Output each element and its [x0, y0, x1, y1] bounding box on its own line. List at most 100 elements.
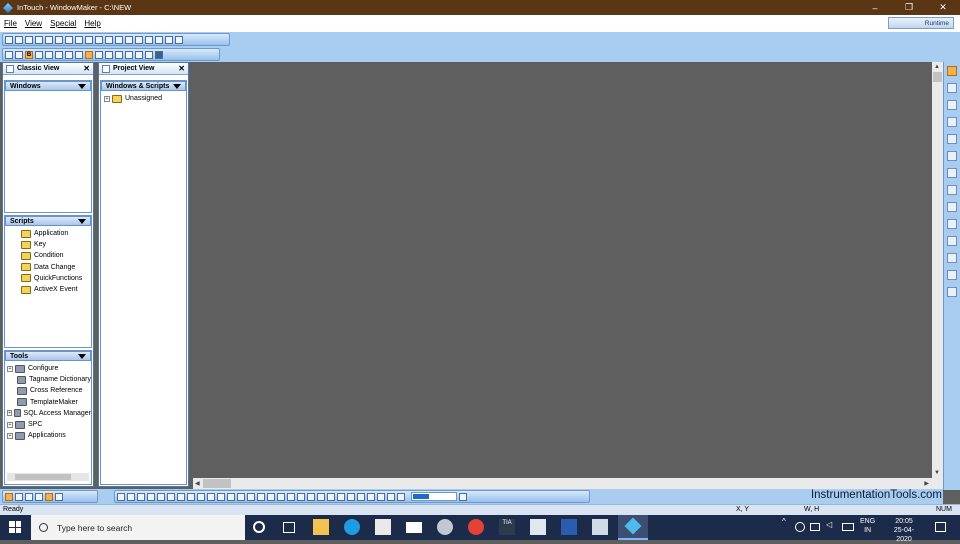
word-icon[interactable]	[561, 519, 577, 535]
open-icon[interactable]	[15, 35, 23, 44]
transparent-icon[interactable]	[145, 50, 153, 59]
scroll-left-icon[interactable]: ◀	[195, 480, 200, 487]
grid-icon[interactable]	[15, 492, 23, 501]
input-language[interactable]: ENG IN	[860, 517, 875, 535]
rotate-left-icon[interactable]	[237, 492, 245, 501]
save-all-icon[interactable]	[35, 35, 43, 44]
list-item[interactable]: + Applications	[5, 430, 91, 441]
scroll-thumb[interactable]	[933, 72, 942, 82]
file-explorer-icon[interactable]	[313, 519, 329, 535]
unsmooth-icon[interactable]	[327, 492, 335, 501]
ruler-icon[interactable]	[387, 492, 395, 501]
rounded-rectangle-icon[interactable]	[947, 100, 957, 110]
space-horizontal-icon[interactable]	[177, 492, 185, 501]
align-center-icon[interactable]	[127, 492, 135, 501]
underline-icon[interactable]	[45, 50, 53, 59]
list-item[interactable]: ActiveX Event	[5, 284, 91, 295]
button-tool-icon[interactable]	[947, 236, 957, 246]
zoom-selection-icon[interactable]	[367, 492, 375, 501]
flip-vertical-icon[interactable]	[267, 492, 275, 501]
ellipse-icon[interactable]	[947, 117, 957, 127]
reshape-icon[interactable]	[307, 492, 315, 501]
volume-icon[interactable]: ◁	[826, 520, 832, 529]
fill-icon[interactable]	[45, 492, 53, 501]
line-style-icon[interactable]	[135, 50, 143, 59]
windows-section-header[interactable]: Windows	[5, 81, 91, 91]
delete-icon[interactable]	[115, 35, 123, 44]
wizard-icon[interactable]	[155, 35, 163, 44]
list-item[interactable]: Data Change	[5, 262, 91, 273]
trend-icon[interactable]	[947, 253, 957, 263]
tools-section-header[interactable]: Tools	[5, 351, 91, 361]
store-icon[interactable]	[375, 519, 391, 535]
pen-icon[interactable]	[55, 492, 63, 501]
paste-icon[interactable]	[75, 35, 83, 44]
taskbar-search[interactable]: Type here to search	[31, 515, 245, 540]
wizard-tool-icon[interactable]	[947, 287, 957, 297]
tia-portal-icon[interactable]: TIA	[499, 519, 515, 535]
edge-icon[interactable]	[344, 519, 360, 535]
print-icon[interactable]	[45, 35, 53, 44]
grid-toggle-icon[interactable]	[377, 492, 385, 501]
snap-icon[interactable]	[397, 492, 405, 501]
polyline-icon[interactable]	[947, 168, 957, 178]
tree-item-unassigned[interactable]: + Unassigned	[101, 93, 186, 104]
zoom-icon[interactable]	[35, 492, 43, 501]
close-project-view-icon[interactable]: ✕	[178, 64, 185, 73]
italic-icon[interactable]	[35, 50, 43, 59]
window-selector[interactable]	[411, 492, 457, 501]
canvas-vscrollbar[interactable]: ▲ ▼	[932, 62, 943, 478]
hv-line-icon[interactable]	[947, 151, 957, 161]
list-item[interactable]: + Configure	[5, 363, 91, 374]
find-icon[interactable]	[125, 35, 133, 44]
chevron-down-icon[interactable]	[78, 83, 86, 89]
text-icon[interactable]	[947, 202, 957, 212]
text-color-icon[interactable]	[65, 50, 73, 59]
align-right-icon[interactable]	[105, 50, 113, 59]
undo-icon[interactable]	[85, 35, 93, 44]
list-item[interactable]: Cross Reference	[5, 385, 91, 396]
scroll-down-icon[interactable]: ▼	[934, 470, 940, 476]
notification-icon[interactable]	[935, 522, 946, 532]
app-icon[interactable]	[592, 519, 608, 535]
list-item[interactable]: Key	[5, 239, 91, 250]
bring-to-front-icon[interactable]	[207, 492, 215, 501]
rotate-right-icon[interactable]	[247, 492, 255, 501]
smaller-font-icon[interactable]	[75, 50, 83, 59]
line-color-icon[interactable]	[115, 50, 123, 59]
list-item[interactable]: + SPC	[5, 419, 91, 430]
chevron-down-icon[interactable]	[78, 218, 86, 224]
line-icon[interactable]	[947, 134, 957, 144]
flip-horizontal-icon[interactable]	[257, 492, 265, 501]
frame-icon[interactable]	[5, 492, 13, 501]
new-icon[interactable]	[5, 35, 13, 44]
bitmap-icon[interactable]	[947, 219, 957, 229]
task-view-icon[interactable]	[283, 522, 295, 533]
windows-start-icon[interactable]	[9, 521, 21, 533]
copy-icon[interactable]	[65, 35, 73, 44]
break-cell-icon[interactable]	[287, 492, 295, 501]
dropdown-icon[interactable]	[459, 492, 467, 501]
intouch-taskbar-icon[interactable]	[618, 515, 648, 540]
tray-chevron-icon[interactable]: ^	[782, 517, 786, 526]
ungroup-icon[interactable]	[227, 492, 235, 501]
battery-icon[interactable]	[810, 523, 820, 531]
rectangle-icon[interactable]	[947, 83, 957, 93]
menu-help[interactable]: Help	[80, 19, 104, 28]
save-icon[interactable]	[25, 35, 33, 44]
align-right-icon[interactable]	[137, 492, 145, 501]
menu-view[interactable]: View	[21, 19, 46, 28]
polygon-icon[interactable]	[947, 185, 957, 195]
close-classic-view-icon[interactable]: ✕	[83, 64, 90, 73]
align-top-icon[interactable]	[147, 492, 155, 501]
menu-file[interactable]: File	[0, 19, 21, 28]
windows-scripts-header[interactable]: Windows & Scripts	[101, 81, 186, 91]
close-button[interactable]: ✕	[926, 2, 960, 13]
list-item[interactable]: + SQL Access Manager	[5, 408, 91, 419]
group-icon[interactable]	[217, 492, 225, 501]
duplicate-icon[interactable]	[105, 35, 113, 44]
window-icon[interactable]	[175, 35, 183, 44]
expand-icon[interactable]: +	[7, 410, 12, 417]
redo-icon[interactable]	[95, 35, 103, 44]
expand-icon[interactable]: +	[104, 95, 110, 102]
